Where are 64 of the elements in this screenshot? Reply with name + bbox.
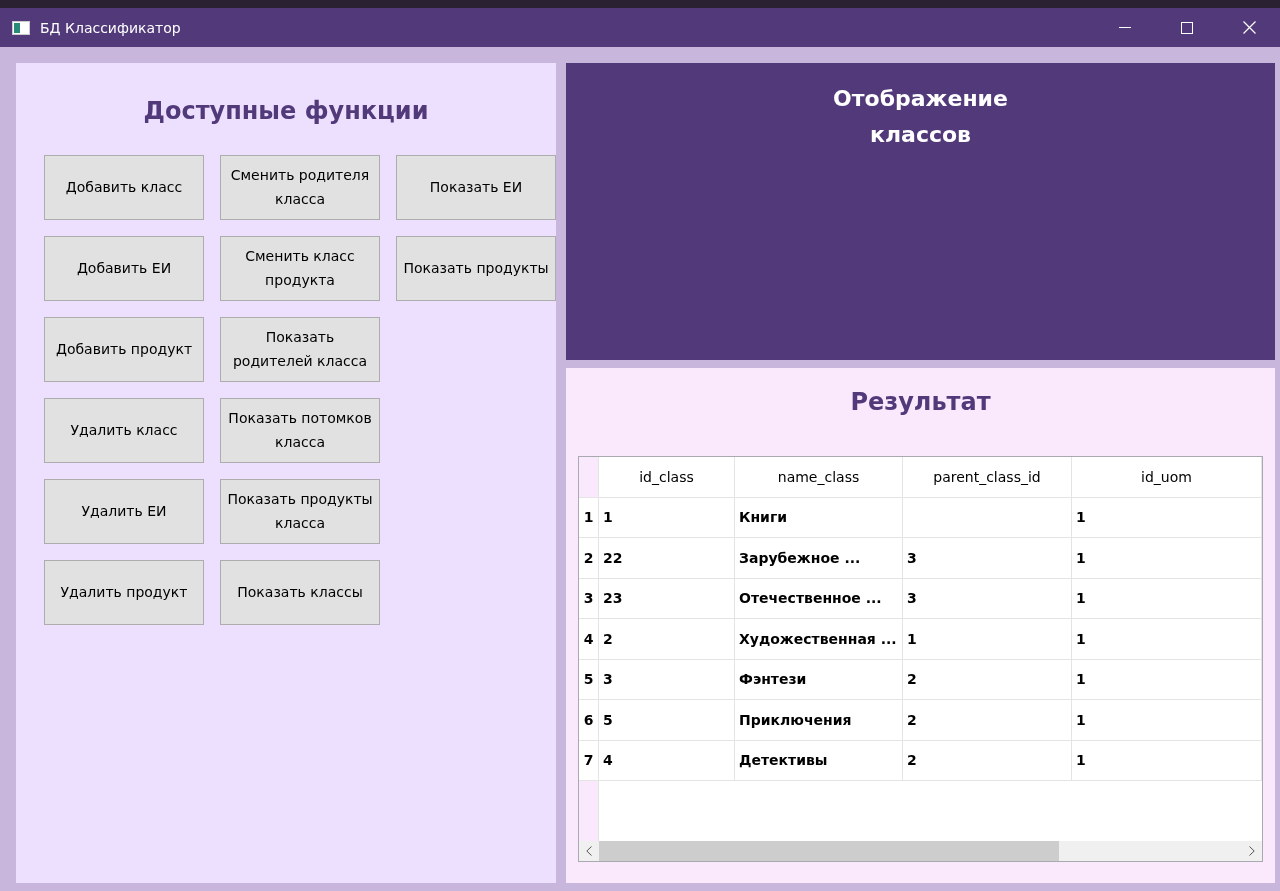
table-cell: 3 <box>903 538 1072 579</box>
function-button[interactable]: Показать продукты <box>396 236 556 301</box>
table-cell: Зарубежное ... <box>735 538 903 579</box>
function-button[interactable]: Удалить ЕИ <box>44 479 204 544</box>
table-cell: 3 <box>903 578 1072 619</box>
panel-title: Результат <box>849 388 992 416</box>
row-number[interactable]: 5 <box>579 659 599 700</box>
table-cell: Художественная ... <box>735 619 903 660</box>
scrollbar-thumb[interactable] <box>599 841 1059 861</box>
table-cell: 1 <box>1072 740 1262 781</box>
function-button[interactable]: Добавить ЕИ <box>44 236 204 301</box>
close-icon[interactable] <box>1242 21 1256 34</box>
table-cell: 1 <box>1072 700 1262 741</box>
function-button[interactable]: Удалить продукт <box>44 560 204 625</box>
row-number[interactable]: 3 <box>579 578 599 619</box>
app-icon <box>12 20 30 35</box>
table-cell: 1 <box>1072 659 1262 700</box>
function-button[interactable]: Добавить класс <box>44 155 204 220</box>
function-button[interactable]: Сменить класс продукта <box>220 236 380 301</box>
window-title: БД Классификатор <box>40 19 182 36</box>
function-button[interactable]: Показать ЕИ <box>396 155 556 220</box>
column-header[interactable]: parent_class_id <box>903 457 1072 498</box>
table-cell: 1 <box>1072 619 1262 660</box>
table-cell: 1 <box>599 497 735 538</box>
row-number[interactable]: 1 <box>579 497 599 538</box>
table-cell: Приключения <box>735 700 903 741</box>
column-header[interactable]: id_uom <box>1072 457 1262 498</box>
function-button[interactable]: Показать потомков класса <box>220 398 380 463</box>
maximize-icon[interactable] <box>1181 21 1193 34</box>
function-button[interactable]: Показать классы <box>220 560 380 625</box>
panel-title: Доступные функции <box>142 97 430 125</box>
table-cell: 2 <box>903 700 1072 741</box>
table-cell: Детективы <box>735 740 903 781</box>
table-cell: 2 <box>599 619 735 660</box>
table-cell: 2 <box>903 659 1072 700</box>
table-cell: 1 <box>1072 578 1262 619</box>
scroll-right-icon[interactable] <box>1249 846 1255 856</box>
panel-title: Отображение классов <box>832 85 1009 149</box>
table-cell: 5 <box>599 700 735 741</box>
table-cell: 23 <box>599 578 735 619</box>
table-cell: 1 <box>903 619 1072 660</box>
table-cell: 3 <box>599 659 735 700</box>
column-header[interactable]: name_class <box>735 457 903 498</box>
table-cell: 2 <box>903 740 1072 781</box>
table-cell: 1 <box>1072 497 1262 538</box>
table-corner <box>579 457 599 498</box>
function-button[interactable]: Показать продукты класса <box>220 479 380 544</box>
function-button[interactable]: Удалить класс <box>44 398 204 463</box>
column-header[interactable]: id_class <box>599 457 735 498</box>
function-button[interactable]: Добавить продукт <box>44 317 204 382</box>
table-cell: 4 <box>599 740 735 781</box>
scroll-left-icon[interactable] <box>586 846 592 856</box>
horizontal-scrollbar[interactable] <box>579 841 1262 861</box>
function-button[interactable]: Сменить родителя класса <box>220 155 380 220</box>
table-cell: Книги <box>735 497 903 538</box>
row-number[interactable]: 7 <box>579 740 599 781</box>
row-number[interactable]: 4 <box>579 619 599 660</box>
row-number[interactable]: 2 <box>579 538 599 579</box>
table-cell: 22 <box>599 538 735 579</box>
table-cell: 1 <box>1072 538 1262 579</box>
function-button[interactable]: Показать родителей класса <box>220 317 380 382</box>
table-cell: Отечественное ... <box>735 578 903 619</box>
table-cell: Фэнтези <box>735 659 903 700</box>
row-number[interactable]: 6 <box>579 700 599 741</box>
